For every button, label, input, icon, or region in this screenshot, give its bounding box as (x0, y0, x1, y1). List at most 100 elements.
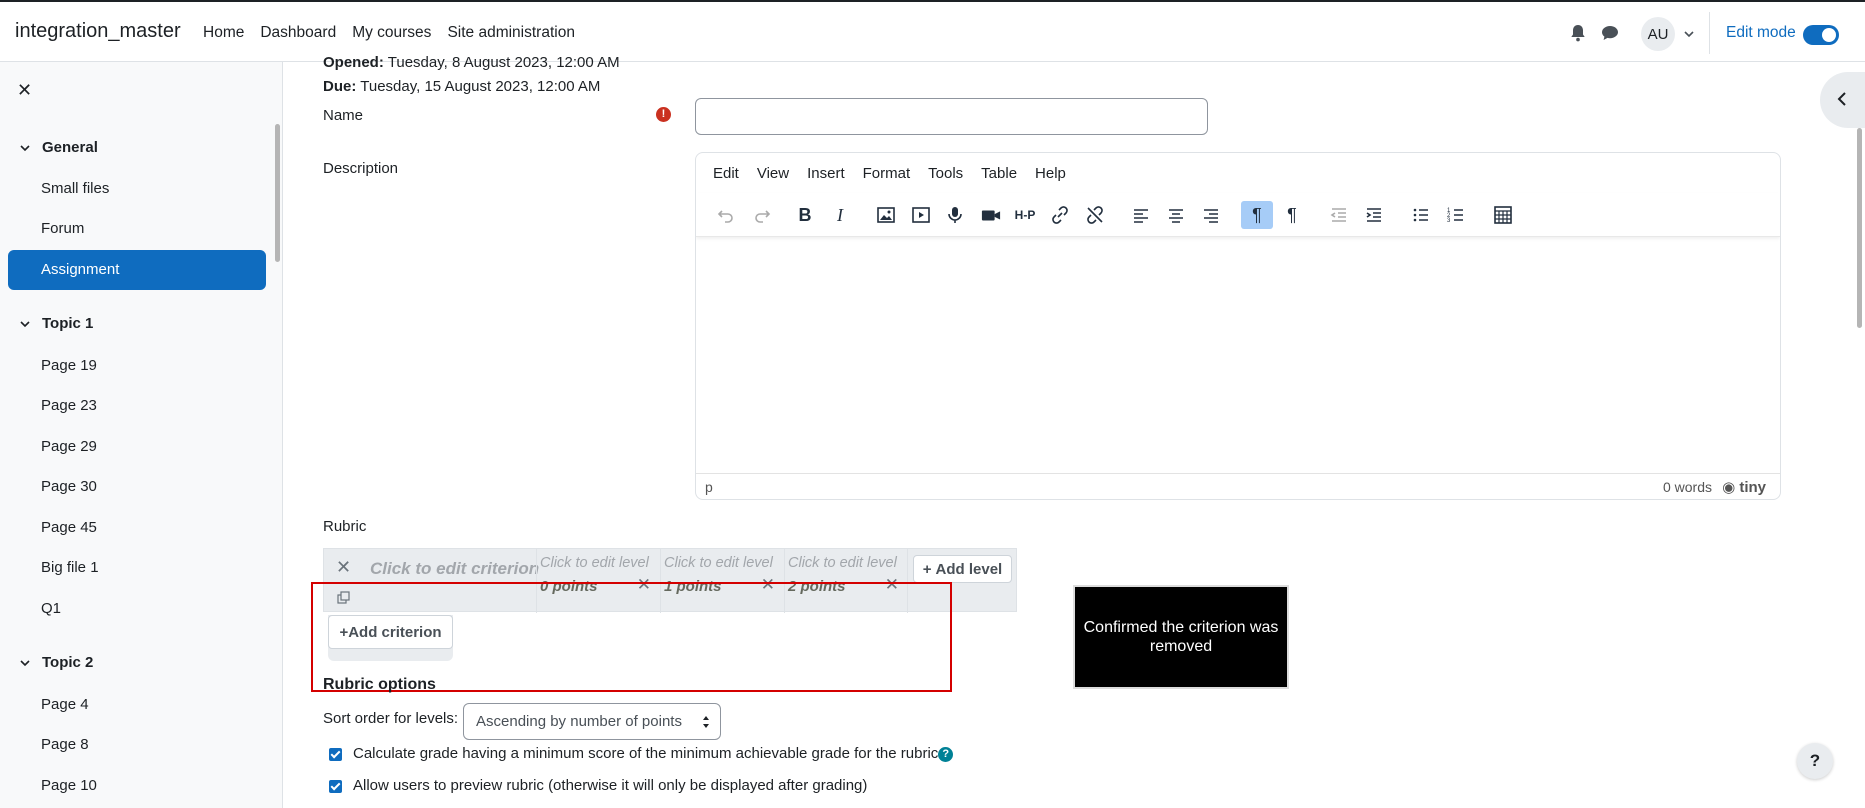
nav-my-courses[interactable]: My courses (352, 24, 431, 42)
level-definition[interactable]: Click to edit level (540, 555, 649, 571)
sidebar-item-forum[interactable]: Forum (41, 220, 84, 237)
top-navbar: integration_master Home Dashboard My cou… (0, 0, 1865, 62)
element-path[interactable]: p (705, 479, 713, 495)
calculator-icon[interactable] (1487, 201, 1519, 229)
messages-chat-icon[interactable] (1601, 25, 1619, 41)
sidebar-item-page-8[interactable]: Page 8 (41, 736, 89, 753)
sidebar-section-topic-2[interactable]: Topic 2 (20, 654, 93, 671)
sidebar-item-page-19[interactable]: Page 19 (41, 357, 97, 374)
link-icon[interactable] (1044, 201, 1076, 229)
site-brand[interactable]: integration_master (15, 20, 181, 43)
navbar-divider (1709, 12, 1710, 54)
description-editor: Edit View Insert Format Tools Table Help… (695, 152, 1781, 500)
rubric-label: Rubric (323, 518, 367, 535)
main-content: Opened: Tuesday, 8 August 2023, 12:00 AM… (283, 54, 1865, 808)
image-icon[interactable] (870, 201, 902, 229)
select-arrows-icon (703, 716, 709, 728)
outdent-icon[interactable] (1323, 201, 1355, 229)
sidebar-section-general[interactable]: General (20, 139, 98, 156)
ltr-paragraph-icon[interactable]: ¶ (1241, 201, 1273, 229)
chevron-down-icon (20, 144, 30, 151)
editor-statusbar: p 0 words ◉ tiny (696, 473, 1780, 499)
align-center-icon[interactable] (1160, 201, 1192, 229)
section-title: Topic 1 (42, 315, 94, 332)
numbered-list-icon[interactable]: 123 (1440, 201, 1472, 229)
sidebar-item-small-files[interactable]: Small files (41, 180, 109, 197)
menu-insert[interactable]: Insert (798, 153, 854, 193)
video-camera-icon[interactable] (975, 201, 1007, 229)
sidebar-item-page-45[interactable]: Page 45 (41, 519, 97, 536)
sidebar-item-big-file-1[interactable]: Big file 1 (41, 559, 99, 576)
bold-icon[interactable]: B (789, 201, 821, 229)
name-label: Name (323, 107, 364, 124)
media-icon[interactable] (905, 201, 937, 229)
sidebar-item-page-23[interactable]: Page 23 (41, 397, 97, 414)
h5p-icon[interactable]: H-P (1009, 201, 1041, 229)
confirmation-tooltip: Confirmed the criterion was removed (1073, 585, 1289, 689)
sort-order-label: Sort order for levels: (323, 710, 459, 727)
criterion-description[interactable]: Click to edit criterion (370, 559, 539, 579)
sidebar-item-page-10[interactable]: Page 10 (41, 777, 97, 794)
nav-site-administration[interactable]: Site administration (447, 24, 575, 42)
help-button[interactable]: ? (1797, 743, 1833, 779)
menu-help[interactable]: Help (1026, 153, 1075, 193)
svg-text:3: 3 (1447, 218, 1451, 224)
rtl-paragraph-icon[interactable]: ¶ (1276, 201, 1308, 229)
sort-order-select[interactable]: Ascending by number of points (463, 703, 721, 740)
page-scrollbar[interactable] (1857, 128, 1862, 328)
italic-icon[interactable]: I (824, 201, 856, 229)
close-drawer-icon[interactable]: ✕ (17, 80, 32, 101)
rubric-options-title: Rubric options (323, 676, 436, 693)
microphone-icon[interactable] (939, 201, 971, 229)
menu-tools[interactable]: Tools (919, 153, 972, 193)
menu-table[interactable]: Table (972, 153, 1026, 193)
menu-view[interactable]: View (748, 153, 798, 193)
menu-format[interactable]: Format (854, 153, 920, 193)
level-definition[interactable]: Click to edit level (788, 555, 897, 571)
sidebar-item-assignment[interactable]: Assignment (8, 250, 266, 290)
unlink-icon[interactable] (1079, 201, 1111, 229)
due-date: Due: Tuesday, 15 August 2023, 12:00 AM (323, 78, 601, 95)
section-title: General (42, 139, 98, 156)
indent-icon[interactable] (1358, 201, 1390, 229)
tiny-logo[interactable]: ◉ tiny (1722, 478, 1766, 496)
redo-icon[interactable] (746, 201, 778, 229)
delete-criterion-icon[interactable]: ✕ (336, 557, 351, 578)
required-icon: ! (656, 107, 671, 122)
sort-order-value: Ascending by number of points (476, 713, 682, 730)
nav-dashboard[interactable]: Dashboard (260, 24, 336, 42)
user-avatar[interactable]: AU (1641, 17, 1675, 51)
edit-mode-toggle[interactable] (1803, 25, 1839, 45)
chevron-down-icon[interactable] (1683, 28, 1695, 40)
plus-icon: + (922, 560, 932, 578)
help-icon[interactable]: ? (938, 747, 954, 762)
course-index-drawer: ✕ General Small files Forum Assignment T… (0, 62, 283, 808)
sidebar-section-topic-1[interactable]: Topic 1 (20, 315, 93, 332)
align-right-icon[interactable] (1195, 201, 1227, 229)
menu-edit[interactable]: Edit (704, 153, 748, 193)
chevron-down-icon (20, 659, 30, 666)
allow-preview-checkbox[interactable] (329, 780, 342, 793)
sidebar-item-page-4[interactable]: Page 4 (41, 696, 89, 713)
name-input[interactable] (695, 98, 1208, 135)
description-label: Description (323, 160, 399, 177)
add-level-button[interactable]: + Add level (913, 555, 1012, 583)
editor-toolbar: B I H-P ¶ ¶ 123 (696, 193, 1780, 237)
sidebar-scrollbar[interactable] (275, 124, 280, 262)
primary-nav: Home Dashboard My courses Site administr… (203, 24, 575, 42)
align-left-icon[interactable] (1125, 201, 1157, 229)
bullet-list-icon[interactable] (1405, 201, 1437, 229)
edit-mode-label: Edit mode (1726, 24, 1796, 41)
opened-date: Opened: Tuesday, 8 August 2023, 12:00 AM (323, 54, 620, 71)
sidebar-item-q1[interactable]: Q1 (41, 600, 61, 617)
level-definition[interactable]: Click to edit level (664, 555, 773, 571)
section-title: Topic 2 (42, 654, 94, 671)
word-count[interactable]: 0 words (1663, 479, 1712, 495)
sidebar-item-page-30[interactable]: Page 30 (41, 478, 97, 495)
nav-home[interactable]: Home (203, 24, 244, 42)
notifications-bell-icon[interactable] (1570, 24, 1586, 42)
min-score-checkbox[interactable] (329, 748, 342, 761)
sidebar-item-page-29[interactable]: Page 29 (41, 438, 97, 455)
tiny-logo-icon: ◉ (1722, 479, 1736, 496)
undo-icon[interactable] (710, 201, 742, 229)
